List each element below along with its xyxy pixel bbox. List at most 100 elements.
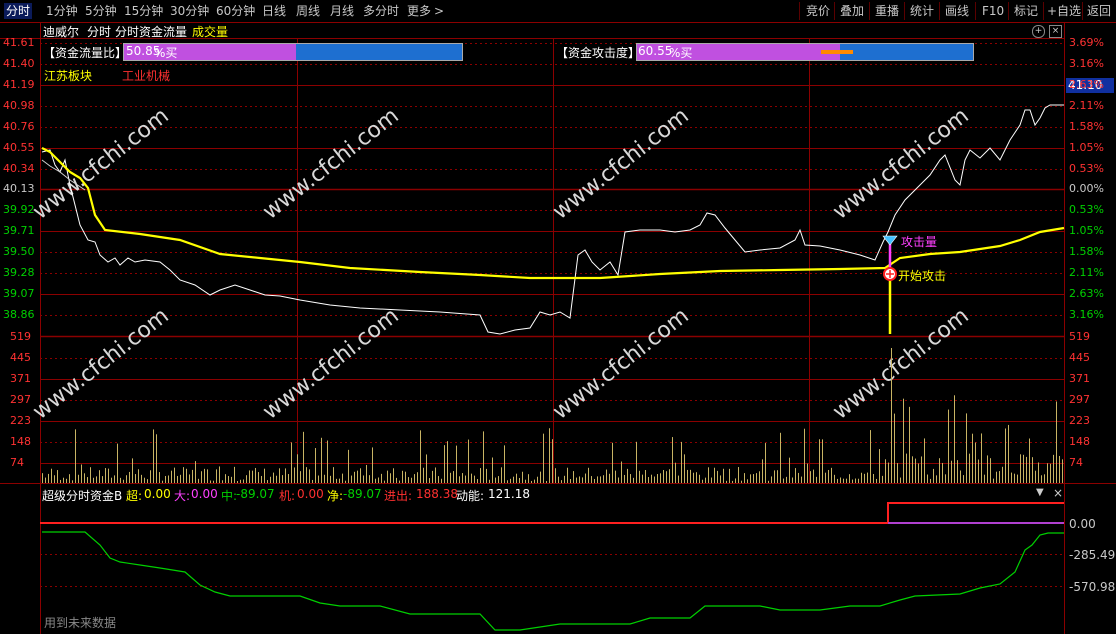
panel-close-icon[interactable]: × <box>1053 486 1063 500</box>
price-tick-10: 39.50 <box>3 245 35 258</box>
volume-bar <box>147 479 148 483</box>
future-data-note: 用到未来数据 <box>44 616 117 630</box>
volume-bar <box>591 476 592 483</box>
close-icon[interactable]: × <box>1049 25 1062 38</box>
volume-bar <box>60 479 61 483</box>
volume-bar <box>1020 454 1021 483</box>
volume-bar <box>567 467 568 483</box>
net-flow-green-line <box>42 531 1064 631</box>
volume-bar <box>405 471 406 483</box>
volume-bar <box>246 475 247 483</box>
volume-bar <box>486 468 487 483</box>
percent-tick-7: 0.00% <box>1069 182 1104 195</box>
percent-tick-8: 0.53% <box>1069 203 1104 216</box>
volume-bar <box>897 463 898 483</box>
volume-bar <box>582 477 583 483</box>
volume-bar <box>336 478 337 483</box>
zoom-in-icon[interactable]: + <box>1032 25 1045 38</box>
volume-bar <box>792 477 793 483</box>
dropdown-icon[interactable]: ▼ <box>1036 487 1044 498</box>
volume-bar <box>516 473 517 483</box>
volume-bar <box>252 470 253 483</box>
volume-bar <box>117 443 118 483</box>
volume-bar <box>1023 454 1024 483</box>
volume-label[interactable]: 成交量 <box>192 23 228 40</box>
volume-bar <box>636 441 637 483</box>
sector-label[interactable]: 江苏板块 <box>44 67 92 84</box>
indicator-title[interactable]: 超级分时资金B <box>42 487 122 504</box>
volume-bar <box>690 469 691 483</box>
volume-bar <box>318 475 319 483</box>
volume-bar <box>204 468 205 483</box>
volume-bar <box>51 468 52 483</box>
volume-bar <box>144 477 145 483</box>
volume-bar <box>876 478 877 483</box>
percent-tick-10: 1.58% <box>1069 245 1104 258</box>
volume-bar <box>846 478 847 483</box>
volume-bar <box>489 479 490 483</box>
industry-label[interactable]: 工业机械 <box>122 67 170 84</box>
volume-bar <box>915 458 916 483</box>
indicator-name[interactable]: 分时资金流量 <box>115 23 187 40</box>
volume-bar <box>135 474 136 483</box>
volume-bar <box>759 471 760 483</box>
indicator-axis-1: -285.49 <box>1069 548 1116 562</box>
volume-bar <box>180 474 181 483</box>
volume-bar <box>366 464 367 483</box>
watermark-text: www.cfchi.com <box>548 103 693 224</box>
volume-bar <box>894 413 895 483</box>
volume-bar <box>255 467 256 483</box>
volume-bar <box>900 477 901 483</box>
attack-label: 【资金攻击度】 <box>556 46 641 60</box>
volume-bar <box>150 470 151 483</box>
volume-bar <box>978 459 979 483</box>
volume-bar <box>237 480 238 483</box>
volume-bar <box>645 469 646 483</box>
volume-bar <box>198 478 199 483</box>
volume-bar <box>882 475 883 483</box>
price-tick-11: 39.28 <box>3 266 35 279</box>
volume-bar <box>810 471 811 483</box>
watermark-group: www.cfchi.com www.cfchi.com www.cfchi.com w… <box>28 103 973 424</box>
big-label: 大: <box>174 489 191 503</box>
volume-bar <box>1044 474 1045 483</box>
period-label: 分时 <box>87 25 112 39</box>
percent-tick-3: 2.11% <box>1069 99 1104 112</box>
volume-bar <box>624 474 625 483</box>
diamond-icon <box>882 235 898 246</box>
inst-value: 0.00 <box>297 487 324 501</box>
volume-bar <box>615 470 616 483</box>
volume-bar <box>474 475 475 483</box>
volume-bar <box>108 468 109 483</box>
volume-bar <box>999 471 1000 483</box>
volume-bar <box>471 473 472 483</box>
volume-bar <box>294 467 295 483</box>
volume-bar <box>852 479 853 483</box>
volume-bar <box>732 480 733 483</box>
volume-bar <box>531 480 532 483</box>
volume-bar <box>264 468 265 483</box>
volume-bar <box>804 428 805 483</box>
volume-bar <box>327 440 328 483</box>
volume-bar <box>903 398 904 483</box>
percent-tick-11: 2.11% <box>1069 266 1104 279</box>
volume-bar <box>864 473 865 483</box>
volume-tick-right-4: 223 <box>1069 414 1090 427</box>
volume-bar <box>450 472 451 483</box>
volume-tick-right-6: 74 <box>1069 456 1083 469</box>
volume-bar <box>426 454 427 483</box>
volume-bar <box>756 473 757 483</box>
volume-bar <box>375 478 376 483</box>
volume-bar <box>702 479 703 483</box>
volume-bar <box>612 442 613 483</box>
watermark-text: www.cfchi.com <box>258 303 403 424</box>
indicator-axis-0: 0.00 <box>1069 517 1096 531</box>
super-value: 0.00 <box>144 487 171 501</box>
volume-bar <box>72 480 73 483</box>
volume-bar <box>600 476 601 483</box>
volume-bar <box>297 454 298 483</box>
attack-volume-label: 攻击量 <box>901 235 938 249</box>
volume-bar <box>417 472 418 483</box>
volume-bar <box>726 480 727 483</box>
volume-bar <box>798 472 799 483</box>
